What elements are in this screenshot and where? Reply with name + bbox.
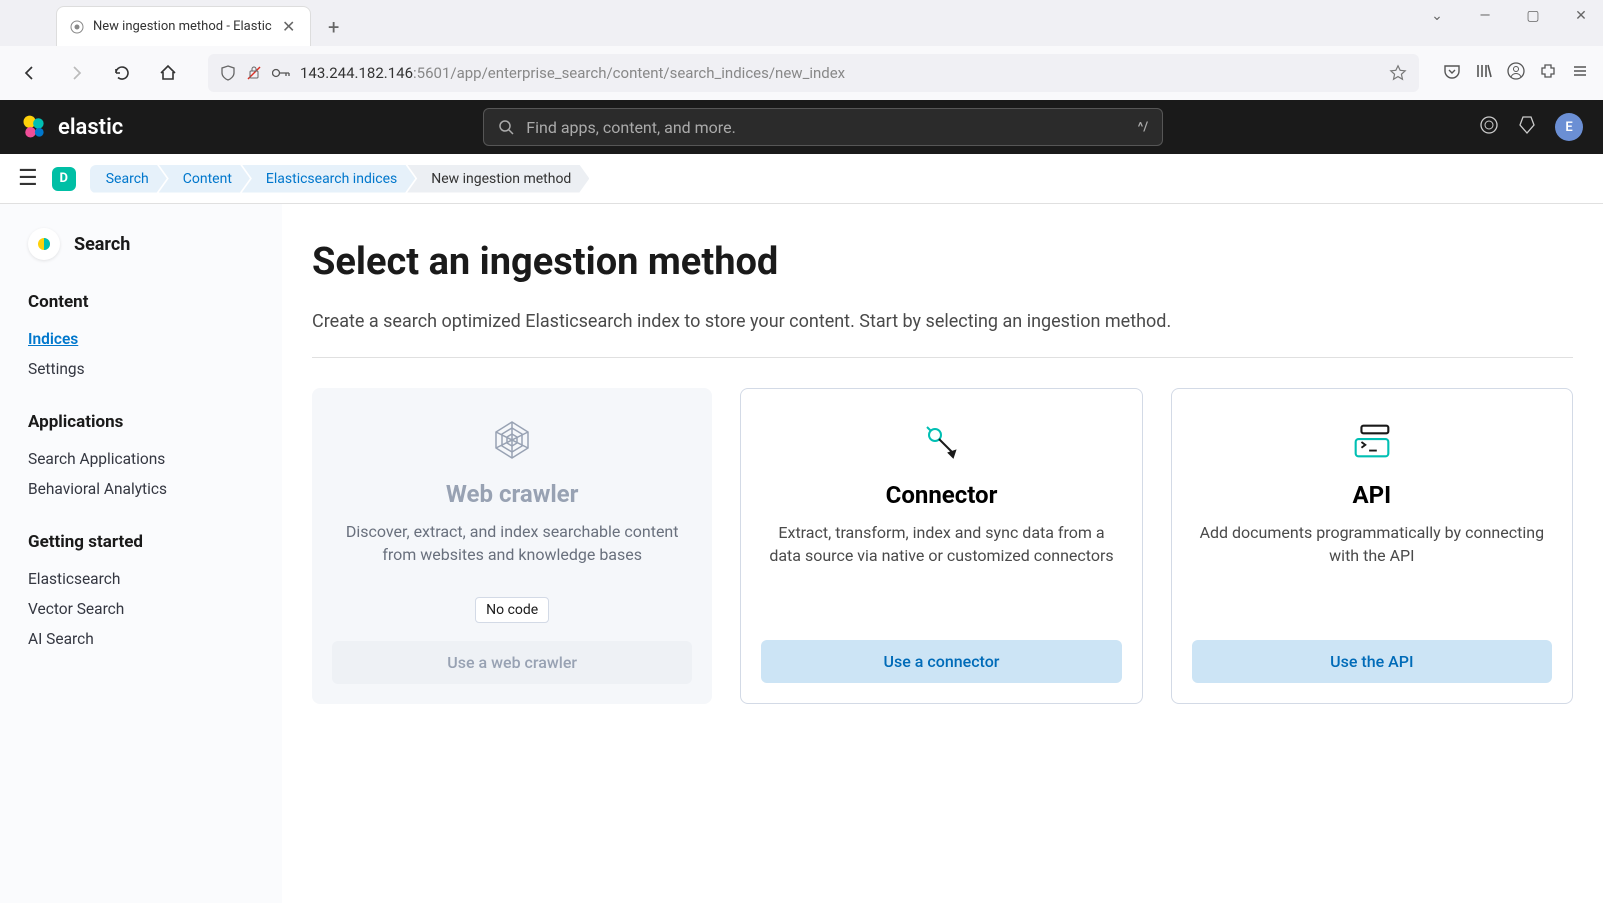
user-avatar[interactable]: E	[1555, 113, 1583, 141]
header-search-input[interactable]	[526, 118, 1125, 137]
reload-button[interactable]	[106, 57, 138, 89]
tab-bar: New ingestion method - Elastic ✕ +	[0, 0, 1603, 46]
sidebar-item-behavioral-analytics[interactable]: Behavioral Analytics	[28, 474, 254, 504]
sidebar-item-elasticsearch[interactable]: Elasticsearch	[28, 564, 254, 594]
main-layout: Search Content Indices Settings Applicat…	[0, 204, 1603, 903]
insecure-icon[interactable]	[246, 65, 262, 81]
shield-icon[interactable]	[220, 65, 236, 81]
breadcrumb-current: New ingestion method	[407, 165, 589, 193]
tab-close-icon[interactable]: ✕	[280, 18, 298, 36]
elastic-logo-icon	[20, 113, 48, 141]
library-icon[interactable]	[1475, 62, 1493, 84]
content: Select an ingestion method Create a sear…	[282, 204, 1603, 903]
sidebar: Search Content Indices Settings Applicat…	[0, 204, 282, 903]
window-chevron-icon[interactable]: ⌄	[1423, 8, 1451, 24]
card-description: Extract, transform, index and sync data …	[761, 521, 1121, 626]
url-security-icons	[220, 65, 290, 81]
sidebar-section-getting-started: Getting started Elasticsearch Vector Sea…	[28, 532, 254, 654]
header-right: E	[1479, 113, 1583, 141]
card-title: Connector	[886, 481, 998, 509]
web-crawler-icon	[488, 416, 536, 464]
pocket-icon[interactable]	[1443, 62, 1461, 84]
breadcrumb-bar: ☰ D Search Content Elasticsearch indices…	[0, 154, 1603, 204]
ingestion-cards: Web crawler Discover, extract, and index…	[312, 388, 1573, 704]
sidebar-item-ai-search[interactable]: AI Search	[28, 624, 254, 654]
account-icon[interactable]	[1507, 62, 1525, 84]
sidebar-app-header[interactable]: Search	[28, 228, 254, 260]
sidebar-section-applications: Applications Search Applications Behavio…	[28, 412, 254, 504]
space-badge[interactable]: D	[52, 167, 76, 191]
no-code-badge: No code	[475, 597, 549, 623]
divider	[312, 357, 1573, 358]
breadcrumbs: Search Content Elasticsearch indices New…	[90, 165, 590, 193]
browser-toolbar-icons	[1443, 62, 1589, 84]
elastic-logo[interactable]: elastic	[20, 113, 123, 141]
window-minimize-icon[interactable]: —	[1471, 8, 1499, 24]
url-bar[interactable]: 143.244.182.146:5601/app/enterprise_sear…	[208, 54, 1419, 92]
elastic-logo-text: elastic	[58, 115, 123, 140]
browser-tab[interactable]: New ingestion method - Elastic ✕	[56, 6, 311, 46]
sidebar-item-indices[interactable]: Indices	[28, 324, 254, 354]
breadcrumb-search[interactable]: Search	[90, 165, 167, 193]
tab-title: New ingestion method - Elastic	[93, 19, 272, 34]
use-web-crawler-button: Use a web crawler	[332, 641, 692, 684]
key-icon[interactable]	[272, 67, 290, 79]
sidebar-item-settings[interactable]: Settings	[28, 354, 254, 384]
sidebar-heading: Applications	[28, 412, 254, 432]
tab-favicon-icon	[69, 19, 85, 35]
sidebar-heading: Getting started	[28, 532, 254, 552]
card-web-crawler: Web crawler Discover, extract, and index…	[312, 388, 712, 704]
card-api: API Add documents programmatically by co…	[1171, 388, 1573, 704]
newsfeed-icon[interactable]	[1479, 115, 1499, 139]
sidebar-heading: Content	[28, 292, 254, 312]
sidebar-item-search-applications[interactable]: Search Applications	[28, 444, 254, 474]
home-button[interactable]	[152, 57, 184, 89]
window-maximize-icon[interactable]: ▢	[1519, 8, 1547, 24]
card-description: Add documents programmatically by connec…	[1192, 521, 1552, 626]
sidebar-app-label: Search	[74, 234, 130, 255]
url-text: 143.244.182.146:5601/app/enterprise_sear…	[300, 64, 1379, 82]
forward-button[interactable]	[60, 57, 92, 89]
page-description: Create a search optimized Elasticsearch …	[312, 308, 1172, 335]
page-title: Select an ingestion method	[312, 240, 1573, 284]
breadcrumb-content[interactable]: Content	[159, 165, 250, 193]
browser-chrome: ⌄ — ▢ ✕ New ingestion method - Elastic ✕…	[0, 0, 1603, 100]
bookmark-star-icon[interactable]	[1389, 64, 1407, 82]
help-icon[interactable]	[1517, 115, 1537, 139]
card-title: Web crawler	[446, 480, 579, 508]
search-icon	[498, 119, 514, 135]
nav-toggle-icon[interactable]: ☰	[18, 166, 38, 191]
api-icon	[1348, 417, 1396, 465]
sidebar-section-content: Content Indices Settings	[28, 292, 254, 384]
back-button[interactable]	[14, 57, 46, 89]
card-connector: Connector Extract, transform, index and …	[740, 388, 1142, 704]
nav-bar: 143.244.182.146:5601/app/enterprise_sear…	[0, 46, 1603, 100]
use-connector-button[interactable]: Use a connector	[761, 640, 1121, 683]
breadcrumb-indices[interactable]: Elasticsearch indices	[242, 165, 415, 193]
new-tab-button[interactable]: +	[319, 12, 349, 42]
menu-icon[interactable]	[1571, 62, 1589, 84]
card-title: API	[1353, 481, 1392, 509]
connector-icon	[917, 417, 965, 465]
elastic-header: elastic ^/ E	[0, 100, 1603, 154]
use-api-button[interactable]: Use the API	[1192, 640, 1552, 683]
header-search[interactable]: ^/	[483, 108, 1163, 146]
extensions-icon[interactable]	[1539, 62, 1557, 84]
window-controls: ⌄ — ▢ ✕	[1423, 8, 1595, 24]
search-kbd-hint: ^/	[1138, 120, 1149, 135]
sidebar-app-icon	[28, 228, 60, 260]
window-close-icon[interactable]: ✕	[1567, 8, 1595, 24]
card-description: Discover, extract, and index searchable …	[332, 520, 692, 583]
sidebar-item-vector-search[interactable]: Vector Search	[28, 594, 254, 624]
